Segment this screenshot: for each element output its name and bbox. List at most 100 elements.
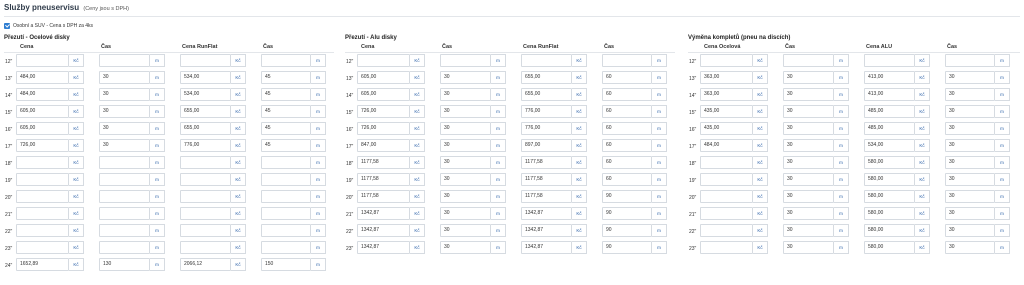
price-2-input[interactable]: 655,00 [521,88,572,101]
price-input[interactable]: 605,00 [16,105,69,118]
time-2-input[interactable]: 60 [602,156,652,169]
price-input[interactable]: 1342,87 [357,241,410,254]
price-input[interactable]: 484,00 [16,71,69,84]
time-2-input[interactable]: 30 [945,156,995,169]
time-2-input[interactable]: 30 [945,71,995,84]
price-input[interactable]: 726,00 [357,122,410,135]
time-input[interactable] [783,54,834,67]
price-2-input[interactable] [180,173,231,186]
time-2-input[interactable] [261,190,311,203]
time-2-input[interactable]: 30 [945,139,995,152]
price-2-input[interactable]: 1342,87 [521,241,572,254]
time-2-input[interactable]: 60 [602,139,652,152]
time-input[interactable]: 30 [440,71,491,84]
price-2-input[interactable]: 655,00 [180,105,231,118]
time-2-input[interactable]: 30 [945,207,995,220]
time-input[interactable] [440,54,491,67]
price-2-input[interactable] [180,156,231,169]
price-2-input[interactable] [180,224,231,237]
time-2-input[interactable]: 150 [261,258,311,271]
time-input[interactable]: 30 [440,241,491,254]
time-2-input[interactable]: 45 [261,139,311,152]
price-input[interactable] [16,224,69,237]
time-input[interactable]: 30 [99,139,150,152]
price-input[interactable]: 1177,58 [357,156,410,169]
time-input[interactable]: 30 [440,88,491,101]
price-input[interactable]: 1177,58 [357,173,410,186]
price-input[interactable]: 605,00 [357,88,410,101]
time-2-input[interactable]: 60 [602,88,652,101]
price-2-input[interactable]: 534,00 [180,71,231,84]
time-2-input[interactable] [261,156,311,169]
time-2-input[interactable]: 45 [261,71,311,84]
time-2-input[interactable]: 30 [945,105,995,118]
time-2-input[interactable]: 90 [602,241,652,254]
price-2-input[interactable]: 580,00 [864,156,915,169]
time-2-input[interactable] [261,224,311,237]
time-input[interactable]: 30 [99,71,150,84]
time-2-input[interactable] [261,54,311,67]
time-2-input[interactable]: 90 [602,224,652,237]
time-input[interactable]: 30 [440,156,491,169]
time-input[interactable]: 30 [783,224,834,237]
time-input[interactable] [99,173,150,186]
price-2-input[interactable]: 534,00 [180,88,231,101]
time-input[interactable]: 30 [783,207,834,220]
time-input[interactable]: 30 [783,71,834,84]
price-2-input[interactable]: 580,00 [864,241,915,254]
price-input[interactable]: 605,00 [357,71,410,84]
price-input[interactable] [700,190,753,203]
price-input[interactable] [700,156,753,169]
time-input[interactable] [99,207,150,220]
price-2-input[interactable]: 534,00 [864,139,915,152]
price-2-input[interactable]: 655,00 [521,71,572,84]
time-input[interactable]: 30 [783,241,834,254]
time-input[interactable]: 30 [783,122,834,135]
time-input[interactable]: 30 [440,190,491,203]
time-input[interactable]: 30 [440,122,491,135]
time-2-input[interactable]: 90 [602,207,652,220]
price-input[interactable]: 363,00 [700,71,753,84]
price-2-input[interactable]: 580,00 [864,190,915,203]
time-2-input[interactable]: 30 [945,122,995,135]
price-2-input[interactable]: 413,00 [864,88,915,101]
time-input[interactable]: 30 [440,224,491,237]
time-input[interactable]: 30 [783,156,834,169]
time-input[interactable]: 30 [440,207,491,220]
time-2-input[interactable]: 30 [945,88,995,101]
price-2-input[interactable]: 776,00 [521,105,572,118]
price-2-input[interactable] [180,190,231,203]
price-input[interactable]: 726,00 [16,139,69,152]
vehicle-type-checkbox-row[interactable]: Osobní a SUV - Cena s DPH za 4ks [4,23,93,29]
price-2-input[interactable]: 580,00 [864,207,915,220]
time-2-input[interactable]: 30 [945,224,995,237]
price-input[interactable] [16,207,69,220]
time-input[interactable] [99,54,150,67]
time-input[interactable] [99,190,150,203]
time-2-input[interactable] [261,241,311,254]
time-input[interactable]: 30 [99,122,150,135]
price-input[interactable]: 605,00 [16,122,69,135]
time-input[interactable]: 30 [440,173,491,186]
price-2-input[interactable]: 1177,58 [521,173,572,186]
price-2-input[interactable] [180,241,231,254]
price-input[interactable] [700,173,753,186]
price-input[interactable]: 484,00 [700,139,753,152]
price-2-input[interactable]: 655,00 [180,122,231,135]
time-2-input[interactable]: 45 [261,122,311,135]
time-input[interactable]: 30 [783,88,834,101]
price-input[interactable]: 484,00 [16,88,69,101]
price-2-input[interactable]: 485,00 [864,105,915,118]
time-input[interactable] [99,156,150,169]
price-2-input[interactable] [180,207,231,220]
time-input[interactable]: 130 [99,258,150,271]
price-input[interactable]: 847,00 [357,139,410,152]
price-input[interactable] [16,190,69,203]
time-2-input[interactable]: 60 [602,71,652,84]
time-2-input[interactable] [602,54,652,67]
price-input[interactable]: 1652,89 [16,258,69,271]
price-2-input[interactable]: 580,00 [864,224,915,237]
time-2-input[interactable]: 90 [602,190,652,203]
price-input[interactable] [700,207,753,220]
time-input[interactable]: 30 [440,105,491,118]
